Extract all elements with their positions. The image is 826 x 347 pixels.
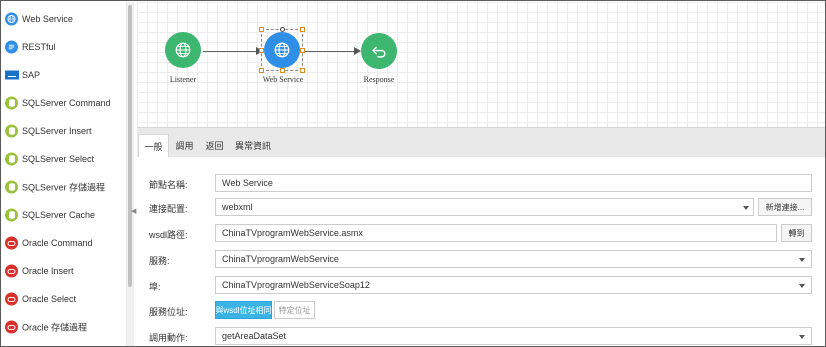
database-icon — [5, 208, 18, 222]
palette-item-label: SAP — [22, 70, 41, 80]
resize-handle[interactable] — [259, 48, 264, 53]
resize-handle[interactable] — [280, 68, 285, 73]
flow-connector — [305, 51, 355, 52]
chevron-down-icon — [799, 335, 805, 339]
chevron-down-icon — [799, 258, 805, 262]
node-name-label: 節點名稱: — [149, 180, 188, 190]
tab-invoke[interactable]: 調用 — [170, 134, 199, 157]
resize-handle[interactable] — [259, 68, 264, 73]
operation-label: 調用動作: — [149, 333, 188, 343]
flow-node-label: Response — [363, 75, 395, 84]
component-palette: Web Service RESTful SAP SQLServer Comman… — [2, 2, 126, 346]
oracle-icon — [5, 320, 18, 334]
palette-item-oracle-select[interactable]: Oracle Select — [2, 285, 126, 313]
flow-connector — [203, 51, 257, 52]
return-arrow-icon — [372, 46, 386, 58]
flow-node-label: Listener — [169, 75, 197, 84]
resize-handle[interactable] — [300, 27, 305, 32]
chevron-down-icon — [743, 206, 749, 210]
new-connection-button[interactable]: 新增連接... — [758, 198, 812, 216]
chevron-down-icon — [799, 284, 805, 288]
goto-button[interactable]: 轉到 — [781, 224, 812, 242]
oracle-icon — [5, 292, 18, 306]
palette-item-label: Oracle Select — [22, 294, 77, 304]
palette-item-sqlserver-select[interactable]: SQLServer Select — [2, 145, 126, 173]
palette-item-web-service[interactable]: Web Service — [2, 5, 126, 33]
flow-node-response[interactable] — [361, 33, 397, 69]
palette-item-sqlserver-insert[interactable]: SQLServer Insert — [2, 117, 126, 145]
connection-select[interactable]: webxml — [215, 198, 754, 216]
palette-item-label: SQLServer Cache — [22, 210, 96, 220]
palette-item-restful[interactable]: RESTful — [2, 33, 126, 61]
database-icon — [5, 96, 18, 110]
palette-item-label: SQLServer Select — [22, 154, 95, 164]
port-select[interactable]: ChinaTVprogramWebServiceSoap12 — [215, 276, 812, 294]
service-address-label: 服務位址: — [149, 307, 188, 317]
database-icon — [5, 152, 18, 166]
specific-address-toggle[interactable]: 特定位址 — [274, 301, 315, 319]
sap-logo-icon — [5, 70, 19, 80]
tab-general[interactable]: 一般 — [138, 134, 169, 157]
tab-return[interactable]: 返回 — [200, 134, 229, 157]
palette-item-sqlserver-cache[interactable]: SQLServer Cache — [2, 201, 126, 229]
flow-node-label: Web Service — [262, 75, 304, 84]
palette-item-oracle-stored-procedure[interactable]: Oracle 存儲過程 — [2, 313, 126, 341]
database-icon — [5, 180, 18, 194]
palette-item-sap[interactable]: SAP — [2, 61, 126, 89]
tab-exception-info[interactable]: 異常資訊 — [231, 134, 275, 157]
palette-item-label: Web Service — [22, 14, 73, 24]
wsdl-path-input[interactable]: ChinaTVprogramWebService.asmx — [215, 224, 777, 242]
palette-item-label: RESTful — [22, 42, 56, 52]
arrowhead-icon — [354, 47, 361, 55]
palette-item-label: Oracle Insert — [22, 266, 74, 276]
palette-item-sqlserver-command[interactable]: SQLServer Command — [2, 89, 126, 117]
globe-icon — [175, 42, 191, 58]
service-label: 服務: — [149, 256, 170, 266]
database-icon — [5, 124, 18, 138]
port-label: 埠: — [149, 282, 161, 292]
rotate-handle[interactable] — [280, 27, 285, 32]
oracle-icon — [5, 236, 18, 250]
operation-select[interactable]: getAreaDataSet — [215, 327, 812, 345]
palette-item-label: SQLServer Command — [22, 98, 111, 108]
node-name-input[interactable]: Web Service — [215, 174, 812, 192]
service-select[interactable]: ChinaTVprogramWebService — [215, 250, 812, 268]
palette-item-oracle-command[interactable]: Oracle Command — [2, 229, 126, 257]
flow-node-listener[interactable] — [165, 32, 201, 68]
rest-icon — [5, 40, 18, 54]
oracle-icon — [5, 264, 18, 278]
palette-item-sqlserver-stored-procedure[interactable]: SQLServer 存儲過程 — [2, 173, 126, 201]
palette-item-label: Oracle Command — [22, 238, 93, 248]
palette-item-oracle-insert[interactable]: Oracle Insert — [2, 257, 126, 285]
palette-item-label: SQLServer Insert — [22, 126, 92, 136]
sidebar-scrollbar-thumb[interactable] — [128, 5, 132, 287]
wsdl-path-label: wsdl路徑: — [149, 230, 188, 240]
connection-label: 連接配置: — [149, 204, 188, 214]
selection-box — [261, 29, 303, 71]
palette-item-label: SQLServer 存儲過程 — [22, 182, 106, 193]
resize-handle[interactable] — [259, 27, 264, 32]
flow-canvas[interactable]: Listener Web Service Response — [137, 2, 825, 127]
same-as-wsdl-toggle[interactable]: 與wsdl位址相同 — [215, 301, 272, 319]
palette-item-label: Oracle 存儲過程 — [22, 322, 88, 333]
resize-handle[interactable] — [300, 68, 305, 73]
globe-icon — [5, 12, 18, 26]
